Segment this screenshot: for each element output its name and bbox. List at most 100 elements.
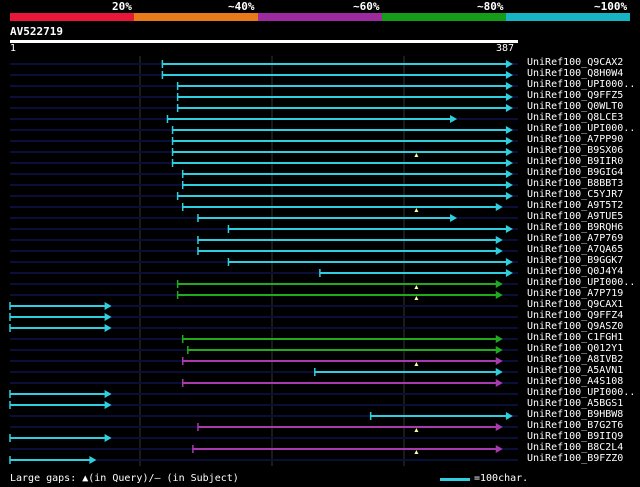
hit-label[interactable]: UniRef100_B9GIG4 bbox=[527, 167, 623, 178]
scale-legend-label: =100char. bbox=[474, 473, 529, 484]
hit-label[interactable]: UniRef100_UPI000.. bbox=[527, 123, 635, 134]
hit-end-arrow bbox=[505, 258, 513, 266]
hit-end-arrow bbox=[495, 423, 503, 431]
hit-row[interactable] bbox=[10, 203, 518, 212]
hit-label[interactable]: UniRef100_Q9CAX1 bbox=[527, 299, 623, 310]
hit-row[interactable] bbox=[10, 214, 518, 222]
hit-end-arrow bbox=[104, 324, 112, 332]
hit-end-arrow bbox=[505, 82, 513, 90]
hit-end-arrow bbox=[89, 456, 97, 464]
hit-label[interactable]: UniRef100_Q8LCE3 bbox=[527, 112, 623, 123]
hit-end-arrow bbox=[495, 357, 503, 365]
hit-row[interactable] bbox=[10, 379, 518, 387]
hit-row[interactable] bbox=[10, 357, 518, 366]
hit-label[interactable]: UniRef100_B9GGK7 bbox=[527, 255, 623, 266]
hit-label[interactable]: UniRef100_B7G2T6 bbox=[527, 420, 623, 431]
hit-end-arrow bbox=[450, 115, 458, 123]
hit-row[interactable] bbox=[10, 236, 518, 244]
hit-row[interactable] bbox=[9, 390, 518, 398]
hit-label[interactable]: UniRef100_A5AVN1 bbox=[527, 365, 623, 376]
hit-label[interactable]: UniRef100_B8BBT3 bbox=[527, 178, 623, 189]
hit-label[interactable]: UniRef100_Q9ASZ0 bbox=[527, 321, 623, 332]
hit-label[interactable]: UniRef100_A9T5T2 bbox=[527, 200, 623, 211]
hit-label[interactable]: UniRef100_A9TUE5 bbox=[527, 211, 623, 222]
hit-row[interactable] bbox=[10, 258, 518, 266]
hit-row[interactable] bbox=[10, 93, 518, 101]
hit-label[interactable]: UniRef100_C1FGH1 bbox=[527, 332, 623, 343]
hit-end-arrow bbox=[505, 225, 513, 233]
hit-row[interactable] bbox=[10, 335, 518, 343]
hit-row[interactable] bbox=[9, 302, 518, 310]
hit-end-arrow bbox=[505, 170, 513, 178]
hit-label[interactable]: UniRef100_UPI000.. bbox=[527, 387, 635, 398]
hit-row[interactable] bbox=[10, 291, 518, 300]
query-gap-marker bbox=[414, 153, 419, 157]
hit-label[interactable]: UniRef100_B8C2L4 bbox=[527, 442, 623, 453]
hit-label[interactable]: UniRef100_UPI000.. bbox=[527, 79, 635, 90]
hit-end-arrow bbox=[505, 93, 513, 101]
hit-label[interactable]: UniRef100_A7P769 bbox=[527, 233, 623, 244]
hit-label[interactable]: UniRef100_B9IIR0 bbox=[527, 156, 623, 167]
hit-row[interactable] bbox=[10, 247, 518, 255]
hit-row[interactable] bbox=[10, 225, 518, 233]
hit-row[interactable] bbox=[9, 401, 518, 409]
hit-label[interactable]: UniRef100_A7QA65 bbox=[527, 244, 623, 255]
hit-row[interactable] bbox=[9, 434, 518, 442]
hit-label[interactable]: UniRef100_UPI000.. bbox=[527, 277, 635, 288]
hit-row[interactable] bbox=[10, 159, 518, 167]
hit-label[interactable]: UniRef100_Q0WLT0 bbox=[527, 101, 623, 112]
hit-row[interactable] bbox=[9, 324, 518, 332]
hit-row[interactable] bbox=[10, 71, 518, 79]
hit-row[interactable] bbox=[10, 368, 518, 376]
hit-label[interactable]: UniRef100_B9HBW8 bbox=[527, 409, 623, 420]
hit-end-arrow bbox=[495, 379, 503, 387]
hit-label[interactable]: UniRef100_C5YJR7 bbox=[527, 189, 623, 200]
hit-end-arrow bbox=[505, 148, 513, 156]
hit-row[interactable] bbox=[10, 412, 518, 420]
hit-row[interactable] bbox=[10, 346, 518, 354]
hit-row[interactable] bbox=[10, 280, 518, 289]
hit-row[interactable] bbox=[10, 192, 518, 200]
hit-end-arrow bbox=[505, 71, 513, 79]
hit-label[interactable]: UniRef100_A7PP90 bbox=[527, 134, 623, 145]
hit-label[interactable]: UniRef100_A7P719 bbox=[527, 288, 623, 299]
hit-end-arrow bbox=[505, 269, 513, 277]
hit-end-arrow bbox=[104, 390, 112, 398]
hit-row[interactable] bbox=[10, 445, 518, 454]
hit-row[interactable] bbox=[10, 137, 518, 145]
query-gap-marker bbox=[414, 285, 419, 289]
hit-row[interactable] bbox=[10, 82, 518, 90]
hit-end-arrow bbox=[505, 137, 513, 145]
hit-label[interactable]: UniRef100_Q9CAX2 bbox=[527, 57, 623, 68]
hit-end-arrow bbox=[505, 60, 513, 68]
hit-row[interactable] bbox=[10, 115, 518, 123]
query-gap-marker bbox=[414, 428, 419, 432]
hit-label[interactable]: UniRef100_Q012Y1 bbox=[527, 343, 623, 354]
hit-row[interactable] bbox=[10, 423, 518, 432]
hit-row[interactable] bbox=[10, 60, 518, 68]
hit-row[interactable] bbox=[10, 126, 518, 134]
hit-row[interactable] bbox=[9, 456, 518, 464]
hit-label[interactable]: UniRef100_A8IVB2 bbox=[527, 354, 623, 365]
hit-label[interactable]: UniRef100_Q9FFZ5 bbox=[527, 90, 623, 101]
hit-label[interactable]: UniRef100_Q8H0W4 bbox=[527, 68, 623, 79]
query-gap-marker bbox=[414, 362, 419, 366]
hit-label[interactable]: UniRef100_B9RQH6 bbox=[527, 222, 623, 233]
hit-row[interactable] bbox=[10, 181, 518, 189]
hit-label[interactable]: UniRef100_Q0J4Y4 bbox=[527, 266, 623, 277]
hit-end-arrow bbox=[495, 368, 503, 376]
hit-label[interactable]: UniRef100_B9IIQ9 bbox=[527, 431, 623, 442]
hit-label[interactable]: UniRef100_A5BGS1 bbox=[527, 398, 623, 409]
hit-label[interactable]: UniRef100_B9SX06 bbox=[527, 145, 623, 156]
hit-label[interactable]: UniRef100_A4S108 bbox=[527, 376, 623, 387]
hit-row[interactable] bbox=[9, 313, 518, 321]
hit-row[interactable] bbox=[10, 269, 518, 277]
hit-row[interactable] bbox=[10, 104, 518, 112]
query-gap-marker bbox=[414, 208, 419, 212]
hit-label[interactable]: UniRef100_B9FZZ0 bbox=[527, 453, 623, 464]
hit-end-arrow bbox=[505, 412, 513, 420]
hit-label[interactable]: UniRef100_Q9FFZ4 bbox=[527, 310, 623, 321]
hit-end-arrow bbox=[495, 445, 503, 453]
hit-row[interactable] bbox=[10, 170, 518, 178]
hit-row[interactable] bbox=[10, 148, 518, 157]
